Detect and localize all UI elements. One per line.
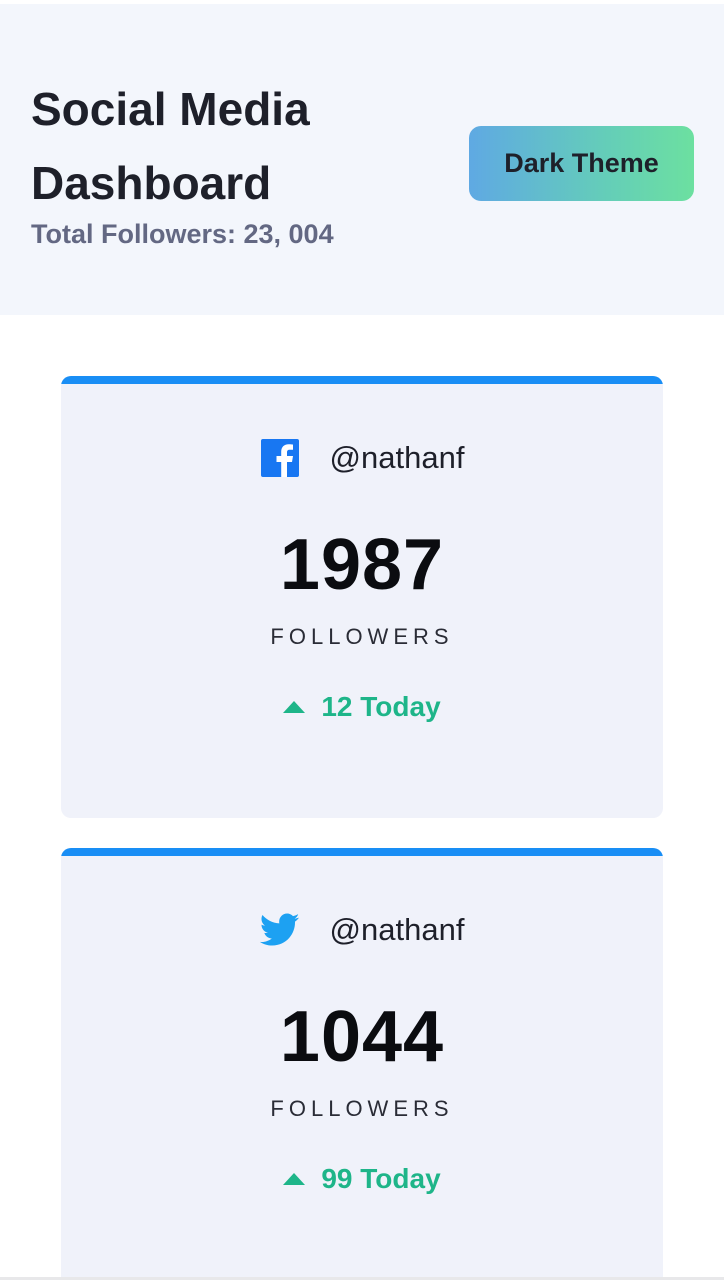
count-label: FOLLOWERS: [270, 1096, 454, 1121]
total-followers: Total Followers: 23, 004: [31, 219, 334, 249]
follower-count: 1044: [279, 997, 445, 1077]
facebook-icon: [260, 438, 300, 478]
page-title: Social Media Dashboard: [31, 83, 310, 209]
daily-change-text: 99 Today: [321, 1163, 441, 1194]
arrow-up-icon: [283, 1173, 306, 1185]
header: Social Media Dashboard Total Followers: …: [0, 4, 724, 315]
daily-change: 12 Today: [61, 689, 663, 725]
card-accent-bar: [61, 376, 663, 384]
account-handle: @nathanf: [329, 440, 465, 475]
daily-change-text: 12 Today: [321, 691, 441, 722]
card-handle-row: @nathanf: [61, 910, 663, 950]
twitter-icon: [259, 910, 300, 950]
card-handle-row: @nathanf: [61, 438, 663, 478]
account-handle: @nathanf: [329, 912, 465, 947]
facebook-card: @nathanf 1987 FOLLOWERS 12 Today: [61, 376, 663, 818]
card-accent-bar: [61, 848, 663, 856]
daily-change: 99 Today: [61, 1161, 663, 1197]
arrow-up-icon: [283, 701, 306, 713]
dashboard-page: Social Media Dashboard Total Followers: …: [0, 0, 724, 1280]
count-label: FOLLOWERS: [270, 624, 454, 649]
follower-count: 1987: [279, 525, 445, 605]
dark-theme-button[interactable]: Dark Theme: [469, 126, 694, 201]
twitter-card: @nathanf 1044 FOLLOWERS 99 Today: [61, 848, 663, 1280]
